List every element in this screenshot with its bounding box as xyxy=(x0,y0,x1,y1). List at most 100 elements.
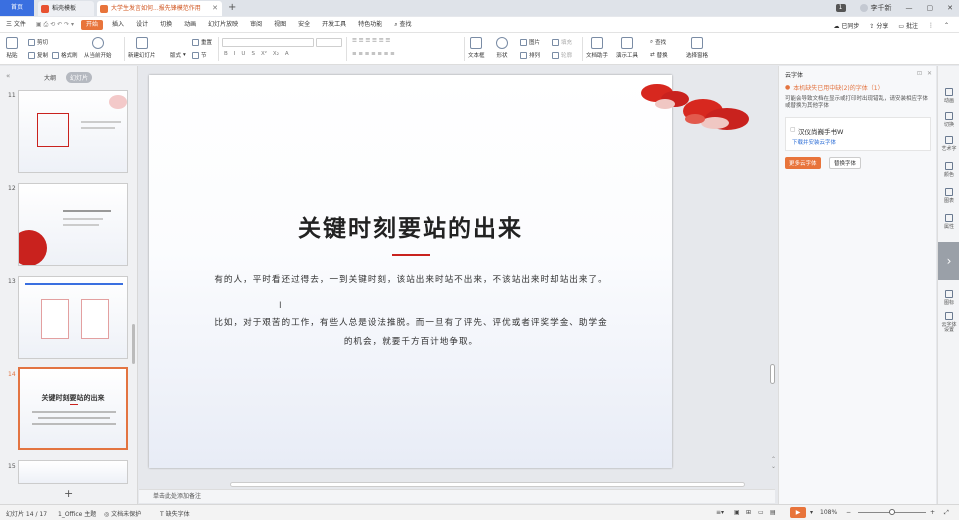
download-font-link[interactable]: 下载并安装云字体 xyxy=(792,138,836,146)
menu-insert[interactable]: 插入 xyxy=(106,17,130,33)
bold-button[interactable]: B xyxy=(224,51,228,57)
side-chart[interactable]: 图表 xyxy=(938,188,959,204)
close-tab-icon[interactable]: ✕ xyxy=(212,1,218,16)
format-painter-button[interactable]: 格式刷 xyxy=(52,51,78,59)
side-transition[interactable]: 切换 xyxy=(938,112,959,128)
maximize-icon[interactable]: ▢ xyxy=(927,4,934,12)
menu-view[interactable]: 视图 xyxy=(268,17,292,33)
outline-button[interactable]: 轮廓 xyxy=(552,51,572,59)
presentation-tools-button[interactable]: 演示工具 xyxy=(616,37,638,59)
minimize-icon[interactable]: — xyxy=(906,4,913,12)
slide-paragraph-2[interactable]: 比如，对于艰苦的工作，有些人总是设法推脱。而一旦有了评先、评优或者评奖学金、助学… xyxy=(211,314,611,352)
replace-font-button[interactable]: 替换字体 xyxy=(829,157,862,169)
outline-view-icon[interactable]: ▤ xyxy=(770,509,776,516)
menu-home[interactable]: 开始 xyxy=(81,19,104,30)
notes-area[interactable]: 单击此处添加备注 xyxy=(139,489,775,503)
side-properties[interactable]: 属性 xyxy=(938,214,959,230)
missing-font-status[interactable]: T 缺失字体 xyxy=(160,509,190,518)
page-badge[interactable]: 1 xyxy=(835,4,846,12)
paste-button[interactable]: 粘贴 xyxy=(6,37,18,59)
side-wordart[interactable]: 艺术字 xyxy=(938,136,959,152)
close-icon[interactable]: ✕ xyxy=(947,4,953,12)
layout-button[interactable]: 版式 ▾ xyxy=(170,51,186,59)
more-icon[interactable]: ⋮ xyxy=(928,22,934,29)
font-family-select[interactable] xyxy=(222,38,314,47)
quick-access-icons[interactable]: ▣ ⎙ ⟲ ↶ ↷ ▾ xyxy=(32,21,78,29)
fill-button[interactable]: 填充 xyxy=(552,38,572,46)
pin-icon[interactable]: ⊡ xyxy=(917,70,922,77)
side-settings[interactable]: 设置 xyxy=(938,326,959,333)
menu-features[interactable]: 特色功能 xyxy=(352,17,388,33)
from-current-button[interactable]: 从当前开始 xyxy=(84,37,112,59)
textbox-button[interactable]: 文本框 xyxy=(468,37,485,59)
vertical-scrollbar[interactable] xyxy=(770,364,775,384)
font-size-select[interactable] xyxy=(316,38,342,47)
slide-thumbnail[interactable] xyxy=(18,276,128,359)
play-slideshow-button[interactable]: ▶ xyxy=(790,507,806,518)
zoom-out-icon[interactable]: − xyxy=(846,509,851,516)
menu-review[interactable]: 审阅 xyxy=(244,17,268,33)
zoom-slider-handle[interactable] xyxy=(889,509,895,515)
close-panel-icon[interactable]: ✕ xyxy=(927,70,932,77)
zoom-in-icon[interactable]: + xyxy=(930,509,935,516)
slide-thumbnail[interactable] xyxy=(18,90,128,173)
notes-toggle-icon[interactable]: ≡▾ xyxy=(716,509,724,516)
tab-document[interactable]: 大学生发言如何...报先锋模范作用 ✕ xyxy=(97,1,222,16)
arrange-button[interactable]: 排列 xyxy=(520,51,540,59)
new-slide-button[interactable]: 新建幻灯片 xyxy=(128,37,156,59)
slide-sorter-icon[interactable]: ⊞ xyxy=(746,509,751,516)
tab-home[interactable]: 首页 xyxy=(0,0,34,16)
menu-search[interactable]: ⌕ 查找 xyxy=(388,17,417,33)
panel-scrollbar[interactable] xyxy=(132,324,135,364)
sync-button[interactable]: ☁ 已同步 xyxy=(833,21,859,30)
slide-thumbnail[interactable] xyxy=(18,183,128,266)
replace-button[interactable]: ⇄ 替换 xyxy=(650,51,668,59)
share-button[interactable]: ⇪ 分享 xyxy=(869,21,888,30)
picture-button[interactable]: 图片 xyxy=(520,38,540,46)
slide-thumbnail-active[interactable]: 关键时刻要站的出来 xyxy=(18,367,128,450)
wenda-button[interactable]: 文档助手 xyxy=(586,37,608,59)
font-color-button[interactable]: A xyxy=(285,51,289,57)
comment-button[interactable]: ▭ 批注 xyxy=(898,21,918,30)
tab-slides[interactable]: 幻灯片 xyxy=(66,72,93,83)
slide-title[interactable]: 关键时刻要站的出来 xyxy=(149,209,672,243)
collapse-ribbon-icon[interactable]: ⌃ xyxy=(944,22,949,29)
slide-paragraph-1[interactable]: 有的人，平时看还过得去，一到关键时刻，该站出来时站不出来，不该站出来时却站出来了… xyxy=(211,271,611,290)
slide-thumbnail[interactable] xyxy=(18,460,128,484)
avatar[interactable]: 李千新 xyxy=(859,3,892,13)
font-card[interactable]: ▢ 汉仪尚巍手书W 下载并安装云字体 xyxy=(785,117,931,151)
strike-button[interactable]: S xyxy=(251,51,255,57)
find-button[interactable]: ⌕ 查找 xyxy=(650,38,666,47)
subscript-button[interactable]: X₂ xyxy=(273,51,279,57)
paragraph-group-bottom[interactable]: ≡ ≡ ≡ ≡ ≡ ≡ ≡ xyxy=(352,51,395,57)
menu-security[interactable]: 安全 xyxy=(292,17,316,33)
collapse-panel-icon[interactable]: « xyxy=(6,72,10,80)
new-tab-button[interactable]: + xyxy=(228,0,236,16)
underline-button[interactable]: U xyxy=(241,51,245,57)
side-icons[interactable]: 图标 xyxy=(938,290,959,306)
menu-design[interactable]: 设计 xyxy=(130,17,154,33)
tab-outline[interactable]: 大纲 xyxy=(40,72,60,83)
menu-slideshow[interactable]: 幻灯片放映 xyxy=(202,17,244,33)
expand-panel-icon[interactable]: › xyxy=(938,242,959,280)
menu-animation[interactable]: 动画 xyxy=(178,17,202,33)
copy-button[interactable]: 复制 xyxy=(28,51,48,59)
horizontal-scrollbar[interactable] xyxy=(230,482,745,487)
tab-docer[interactable]: 稻壳模板 xyxy=(38,1,94,16)
normal-view-icon[interactable]: ▣ xyxy=(734,509,740,516)
select-pane-button[interactable]: 选择窗格 xyxy=(686,37,708,59)
more-cloud-fonts-button[interactable]: 更多云字体 xyxy=(785,157,821,169)
add-slide-icon[interactable]: + xyxy=(64,487,73,500)
fit-window-icon[interactable]: ⤢ xyxy=(944,509,949,517)
menu-file[interactable]: 三 文件 xyxy=(0,17,32,33)
side-color[interactable]: 颜色 xyxy=(938,162,959,178)
menu-developer[interactable]: 开发工具 xyxy=(316,17,352,33)
reading-view-icon[interactable]: ▭ xyxy=(758,509,764,516)
paragraph-group-top[interactable]: ☰ ☰ ☰ ☰ ☰ ☰ xyxy=(352,38,390,44)
scroll-arrows-icon[interactable]: ⌃ ⌄ xyxy=(771,456,776,470)
cut-button[interactable]: 剪切 xyxy=(28,38,48,46)
reset-button[interactable]: 重置 xyxy=(192,38,212,46)
menu-transition[interactable]: 切换 xyxy=(154,17,178,33)
section-button[interactable]: 节 xyxy=(192,51,207,59)
side-animation[interactable]: 动画 xyxy=(938,88,959,104)
